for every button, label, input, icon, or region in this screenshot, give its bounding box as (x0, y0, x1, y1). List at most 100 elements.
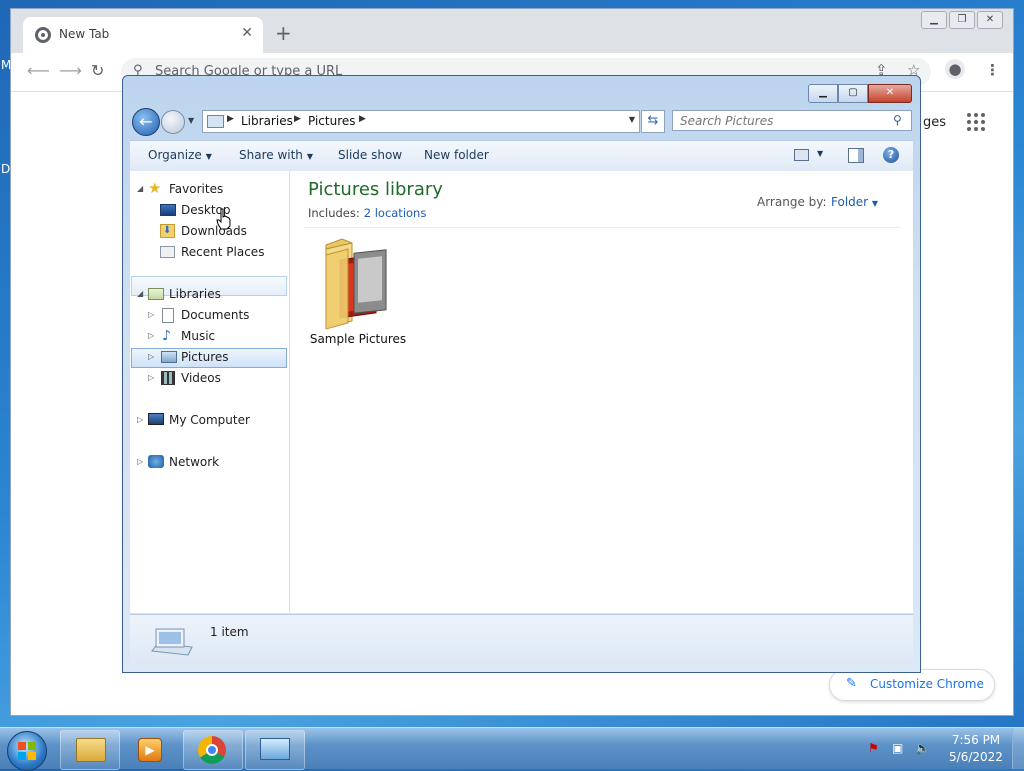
volume-icon[interactable]: 🔈 (915, 741, 930, 755)
action-center-flag-icon[interactable]: ⚑ (868, 741, 879, 755)
folder-name: Sample Pictures (309, 332, 407, 346)
library-pictures-status-icon (151, 628, 193, 656)
nav-label: My Computer (169, 413, 250, 427)
organize-button[interactable]: Organize ▼ (148, 148, 212, 162)
arrange-by-dropdown[interactable]: Folder ▼ (831, 195, 878, 209)
pencil-icon: ✎ (846, 676, 857, 691)
slide-show-button[interactable]: Slide show (338, 148, 402, 162)
locations-link[interactable]: 2 locations (364, 206, 427, 220)
hand-cursor-icon (216, 208, 231, 230)
tab-close-icon[interactable]: ✕ (241, 25, 253, 41)
arrange-by-value: Folder (831, 195, 869, 209)
expander-closed-icon[interactable]: ▷ (148, 352, 154, 361)
taskbar-control-panel-button[interactable] (245, 730, 305, 770)
navigation-pane: ◢ ★ Favorites Desktop ⬇ Downloads Recent… (130, 171, 290, 613)
apps-grid-icon[interactable] (967, 113, 985, 131)
close-button[interactable]: ✕ (868, 84, 912, 103)
restore-button[interactable]: ❐ (949, 11, 975, 29)
pictures-icon (161, 351, 177, 363)
control-panel-icon (260, 738, 290, 760)
share-with-button[interactable]: Share with ▼ (239, 148, 313, 162)
expander-closed-icon[interactable]: ▷ (148, 331, 154, 340)
maximize-button[interactable]: ▢ (838, 84, 868, 103)
expander-closed-icon[interactable]: ▷ (148, 373, 154, 382)
view-options-dropdown-icon[interactable]: ▼ (817, 149, 823, 158)
expander-open-icon[interactable]: ◢ (137, 184, 143, 193)
nav-item-documents[interactable]: ▷ Documents (131, 306, 287, 326)
help-icon[interactable]: ? (883, 147, 899, 163)
change-view-icon[interactable] (794, 149, 809, 161)
minimize-button[interactable]: ▁ (808, 84, 838, 103)
folder-with-pictures-icon (325, 238, 387, 330)
breadcrumb-separator-icon[interactable]: ▶ (294, 114, 301, 124)
nav-item-pictures[interactable]: ▷ Pictures (131, 348, 287, 368)
expander-closed-icon[interactable]: ▷ (137, 457, 143, 466)
nav-label: Downloads (181, 224, 247, 238)
music-note-icon: ♪ (162, 328, 171, 344)
nav-item-desktop[interactable]: Desktop (131, 201, 287, 221)
arrange-by-label: Arrange by: (757, 195, 827, 209)
nav-label: Libraries (169, 287, 221, 301)
desktop-icon-label-fragment[interactable]: D (1, 162, 10, 176)
search-icon[interactable]: ⚲ (893, 113, 902, 127)
content-pane: Pictures library Includes: 2 locations Ar… (290, 171, 913, 613)
minimize-button[interactable]: ▁ (921, 11, 947, 29)
libraries-icon (148, 288, 164, 300)
system-clock[interactable]: 7:56 PM 5/6/2022 (946, 732, 1006, 766)
search-input[interactable] (672, 110, 912, 131)
nav-item-downloads[interactable]: ⬇ Downloads (131, 222, 287, 242)
details-pane: 1 item (130, 614, 913, 667)
recent-pages-dropdown-icon[interactable]: ▼ (188, 116, 194, 125)
network-icon (148, 455, 164, 468)
back-button[interactable]: ← (132, 108, 160, 136)
breadcrumb-separator-icon[interactable]: ▶ (359, 114, 366, 124)
expander-closed-icon[interactable]: ▷ (148, 310, 154, 319)
show-desktop-button[interactable] (1012, 728, 1024, 769)
item-count: 1 item (210, 625, 249, 639)
back-arrow-icon[interactable]: ⟵ (27, 61, 50, 80)
expander-open-icon[interactable]: ◢ (137, 289, 143, 298)
recent-places-icon (160, 246, 175, 258)
nav-label: Videos (181, 371, 221, 385)
clock-date: 5/6/2022 (949, 750, 1003, 764)
nav-group-libraries[interactable]: ◢ Libraries (134, 285, 284, 305)
breadcrumb-libraries[interactable]: Libraries (241, 114, 293, 128)
preview-pane-icon[interactable] (848, 148, 864, 163)
address-dropdown-icon[interactable]: ▼ (629, 115, 635, 124)
forward-arrow-icon[interactable]: ⟶ (59, 61, 82, 80)
taskbar-chrome-button[interactable] (183, 730, 243, 770)
download-arrow-icon: ⬇ (163, 225, 172, 236)
nav-group-my-computer[interactable]: ▷ My Computer (134, 411, 284, 431)
includes-line: Includes: 2 locations (308, 206, 426, 220)
nav-item-videos[interactable]: ▷ Videos (131, 369, 287, 389)
nav-group-network[interactable]: ▷ Network (134, 453, 284, 473)
chrome-icon (198, 736, 226, 764)
refresh-button[interactable]: ⇆ (641, 110, 665, 133)
breadcrumb-pictures[interactable]: Pictures (308, 114, 356, 128)
customize-chrome-label: Customize Chrome (870, 677, 984, 691)
address-bar[interactable]: ▶ Libraries ▶ Pictures ▶ ▼ (202, 110, 640, 133)
taskbar-media-player-button[interactable]: ▶ (120, 730, 180, 770)
start-button[interactable] (7, 731, 47, 771)
forward-button[interactable] (161, 110, 185, 134)
new-tab-button[interactable]: + (275, 23, 292, 43)
taskbar-explorer-button[interactable] (60, 730, 120, 770)
reload-icon[interactable]: ↻ (91, 61, 104, 80)
taskbar: ▶ ⚑ ▣ 🔈 7:56 PM 5/6/2022 (0, 727, 1024, 771)
menu-dots-icon[interactable]: ⋮ (985, 61, 1000, 79)
chrome-tab-new-tab[interactable]: New Tab ✕ (23, 17, 263, 53)
new-folder-button[interactable]: New folder (424, 148, 489, 162)
folder-item[interactable]: Sample Pictures (308, 235, 408, 346)
expander-closed-icon[interactable]: ▷ (137, 415, 143, 424)
customize-chrome-button[interactable]: ✎ Customize Chrome (829, 669, 995, 701)
nav-item-music[interactable]: ▷ ♪ Music (131, 327, 287, 347)
images-link[interactable]: ges (923, 115, 946, 130)
nav-item-recent-places[interactable]: Recent Places (131, 243, 287, 263)
close-button[interactable]: ✕ (977, 11, 1003, 29)
profile-avatar-icon[interactable]: ● (945, 59, 965, 79)
nav-group-favorites[interactable]: ◢ ★ Favorites (134, 180, 284, 200)
network-status-icon[interactable]: ▣ (892, 741, 903, 755)
breadcrumb-separator-icon[interactable]: ▶ (227, 114, 234, 124)
explorer-window: ▁ ▢ ✕ ← ▼ ▶ Libraries ▶ Pictures ▶ ▼ ⇆ ⚲… (122, 75, 921, 673)
media-player-icon: ▶ (138, 738, 162, 762)
